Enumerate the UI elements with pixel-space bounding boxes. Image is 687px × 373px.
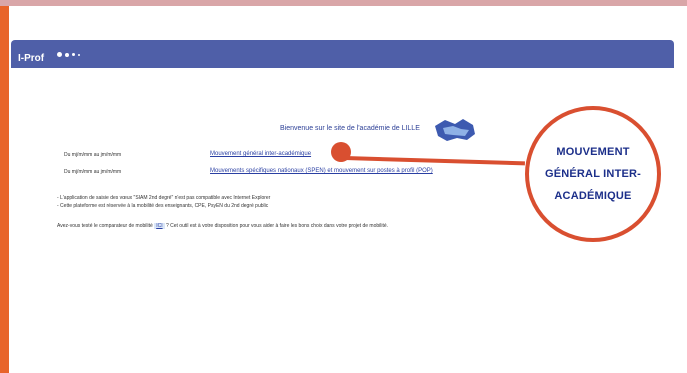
- dot-icon: [57, 52, 62, 57]
- dot-icon: [65, 52, 69, 57]
- brand-label: I-Prof: [18, 53, 45, 64]
- campaign-date: Du mj/m/mm au jm/m/mm: [64, 169, 122, 175]
- link-mouvement-inter-academique[interactable]: Mouvement général inter-académique: [210, 151, 311, 157]
- academy-map-logo: [435, 119, 475, 141]
- callout-pointer-dot: [331, 142, 351, 162]
- note-compatibility: - L'application de saisie des vœux "SIAM…: [57, 195, 271, 201]
- callout-circle: MOUVEMENT GÉNÉRAL INTER- ACADÉMIQUE: [525, 106, 661, 242]
- note-eligibility: - Cette plateforme est réservée à la mob…: [57, 203, 269, 209]
- dot-icon: [78, 53, 80, 56]
- header-bar: [11, 40, 674, 68]
- link-mouvements-specifiques[interactable]: Mouvements spécifiques nationaux (SPEN) …: [210, 168, 433, 174]
- comparator-prefix: Avez-vous testé le comparateur de mobili…: [57, 223, 153, 229]
- dot-icon: [72, 53, 75, 56]
- loading-dots: [57, 52, 80, 57]
- campaign-date: Du mj/m/mm au jm/m/mm: [64, 152, 122, 158]
- welcome-text: Bienvenue sur le site de l'académie de L…: [280, 125, 420, 132]
- comparator-link[interactable]: ICI: [154, 223, 165, 229]
- callout-text: MOUVEMENT GÉNÉRAL INTER- ACADÉMIQUE: [544, 146, 642, 202]
- comparator-suffix: ? Cet outil est à votre disposition pour…: [165, 223, 389, 229]
- comparator-text: Avez-vous testé le comparateur de mobili…: [57, 223, 388, 229]
